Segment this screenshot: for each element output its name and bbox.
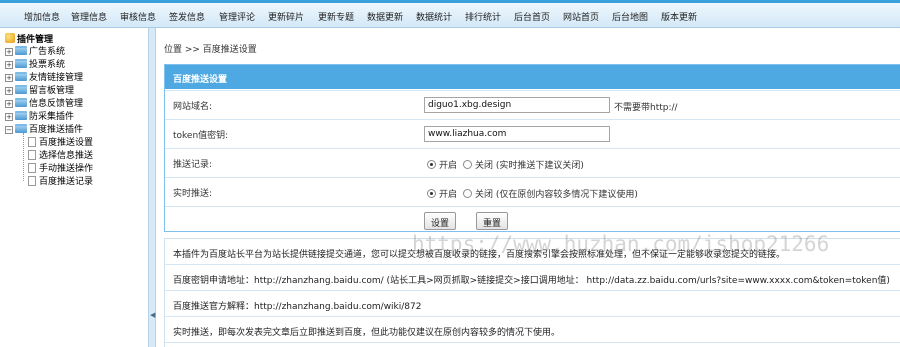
expand-icon[interactable]: + bbox=[5, 48, 13, 56]
folder-icon bbox=[15, 111, 27, 120]
plugin-icon bbox=[5, 33, 15, 43]
domain-row: 网站域名: 不需要带http:// bbox=[165, 90, 900, 119]
token-label: token值密钥: bbox=[173, 131, 229, 141]
record-row: 推送记录: 开启 关闭 (实时推送下建议关闭) bbox=[165, 148, 900, 177]
info-realtime-note: 实时推送，即每次发表完文章后立即推送到百度，但此功能仅建议在原创内容较多的情况下… bbox=[173, 328, 561, 338]
nav-update-topics[interactable]: 更新专题 bbox=[318, 10, 354, 23]
folder-icon bbox=[15, 72, 27, 81]
nav-data-update[interactable]: 数据更新 bbox=[367, 10, 403, 23]
expand-icon[interactable]: + bbox=[5, 87, 13, 95]
nav-review-info[interactable]: 审核信息 bbox=[120, 10, 156, 23]
page-icon bbox=[28, 150, 36, 160]
info-row: 百度密钥申请地址：http://zhanzhang.baidu.com/ (站长… bbox=[165, 265, 900, 291]
sidebar-item-ad-system[interactable]: + 广告系统 bbox=[5, 44, 65, 57]
realtime-label: 实时推送: bbox=[173, 189, 213, 199]
expand-icon[interactable]: + bbox=[5, 113, 13, 121]
folder-icon bbox=[15, 59, 27, 68]
nav-manage-info[interactable]: 管理信息 bbox=[71, 10, 107, 23]
nav-manage-comments[interactable]: 管理评论 bbox=[219, 10, 255, 23]
sidebar-item-anticollect[interactable]: + 防采集插件 bbox=[5, 109, 74, 122]
sidebar-item-feedback[interactable]: + 信息反馈管理 bbox=[5, 96, 83, 109]
tree-connector bbox=[23, 133, 24, 181]
info-official-doc: 百度推送官方解释：http://zhanzhang.baidu.com/wiki… bbox=[173, 302, 422, 312]
nav-data-stats[interactable]: 数据统计 bbox=[416, 10, 452, 23]
nav-version-update[interactable]: 版本更新 bbox=[661, 10, 697, 23]
folder-icon bbox=[15, 98, 27, 107]
record-off-radio[interactable] bbox=[463, 160, 472, 169]
nav-update-fragments[interactable]: 更新碎片 bbox=[268, 10, 304, 23]
panel-title: 百度推送设置 bbox=[165, 65, 900, 89]
sidebar-item-push-settings[interactable]: 百度推送设置 bbox=[28, 135, 93, 148]
realtime-off-option[interactable]: 关闭 (仅在原创内容较多情况下建议使用) bbox=[463, 187, 638, 200]
top-nav: 增加信息 管理信息 审核信息 签发信息 管理评论 更新碎片 更新专题 数据更新 … bbox=[0, 0, 900, 28]
record-off-option[interactable]: 关闭 (实时推送下建议关闭) bbox=[463, 158, 584, 171]
sidebar-item-manual-push[interactable]: 手动推送操作 bbox=[28, 161, 93, 174]
info-panel: 本插件为百度站长平台为站长提供链接提交通道，您可以提交想被百度收录的链接，百度搜… bbox=[164, 238, 900, 347]
buttons-row: 设置 重置 bbox=[165, 206, 900, 235]
record-on-option[interactable]: 开启 bbox=[427, 158, 457, 171]
realtime-row: 实时推送: 开启 关闭 (仅在原创内容较多情况下建议使用) bbox=[165, 177, 900, 206]
info-key-url: 百度密钥申请地址：http://zhanzhang.baidu.com/ (站长… bbox=[173, 276, 890, 286]
record-on-radio[interactable] bbox=[427, 160, 436, 169]
record-label: 推送记录: bbox=[173, 160, 213, 170]
domain-input[interactable] bbox=[424, 97, 610, 113]
submit-button[interactable]: 设置 bbox=[424, 212, 457, 230]
token-input[interactable] bbox=[424, 126, 610, 142]
nav-admin-home[interactable]: 后台首页 bbox=[514, 10, 550, 23]
nav-rank-stats[interactable]: 排行统计 bbox=[465, 10, 501, 23]
settings-panel: 百度推送设置 网站域名: 不需要带http:// token值密钥: 推送记录:… bbox=[164, 64, 900, 232]
collapse-icon[interactable]: − bbox=[5, 126, 13, 134]
nav-sign-info[interactable]: 签发信息 bbox=[169, 10, 205, 23]
realtime-on-option[interactable]: 开启 bbox=[427, 187, 457, 200]
sidebar: 插件管理 + 广告系统 + 投票系统 + 友情链接管理 + 留言板管理 + 信息反馈管理 … bbox=[0, 28, 148, 347]
domain-label: 网站域名: bbox=[173, 102, 213, 112]
token-row: token值密钥: bbox=[165, 119, 900, 148]
collapse-sidebar-icon[interactable]: ◀ bbox=[150, 311, 155, 319]
expand-icon[interactable]: + bbox=[5, 61, 13, 69]
nav-admin-map[interactable]: 后台地图 bbox=[612, 10, 648, 23]
folder-open-icon bbox=[15, 124, 27, 133]
sidebar-item-baidu-push[interactable]: − 百度推送插件 bbox=[5, 122, 83, 135]
page-icon bbox=[28, 176, 36, 186]
page-icon bbox=[28, 137, 36, 147]
domain-hint: 不需要带http:// bbox=[614, 103, 678, 113]
realtime-on-radio[interactable] bbox=[427, 189, 436, 198]
sidebar-splitter[interactable]: ◀ bbox=[148, 28, 156, 347]
breadcrumb: 位置 >> 百度推送设置 bbox=[164, 45, 257, 55]
reset-button[interactable]: 重置 bbox=[476, 212, 509, 230]
expand-icon[interactable]: + bbox=[5, 74, 13, 82]
sidebar-item-guestbook[interactable]: + 留言板管理 bbox=[5, 83, 74, 96]
info-row: 百度推送官方解释：http://zhanzhang.baidu.com/wiki… bbox=[165, 291, 900, 317]
realtime-off-radio[interactable] bbox=[463, 189, 472, 198]
folder-icon bbox=[15, 85, 27, 94]
sidebar-item-select-push[interactable]: 选择信息推送 bbox=[28, 148, 93, 161]
info-description: 本插件为百度站长平台为站长提供链接提交通道，您可以提交想被百度收录的链接，百度搜… bbox=[173, 250, 786, 260]
info-row: 实时推送，即每次发表完文章后立即推送到百度，但此功能仅建议在原创内容较多的情况下… bbox=[165, 317, 900, 343]
folder-icon bbox=[15, 46, 27, 55]
nav-add-info[interactable]: 增加信息 bbox=[24, 10, 60, 23]
page-icon bbox=[28, 163, 36, 173]
info-row: 本插件为百度站长平台为站长提供链接提交通道，您可以提交想被百度收录的链接，百度搜… bbox=[165, 239, 900, 265]
sidebar-item-links[interactable]: + 友情链接管理 bbox=[5, 70, 83, 83]
nav-site-home[interactable]: 网站首页 bbox=[563, 10, 599, 23]
expand-icon[interactable]: + bbox=[5, 100, 13, 108]
sidebar-item-vote-system[interactable]: + 投票系统 bbox=[5, 57, 65, 70]
sidebar-item-push-records[interactable]: 百度推送记录 bbox=[28, 174, 93, 187]
